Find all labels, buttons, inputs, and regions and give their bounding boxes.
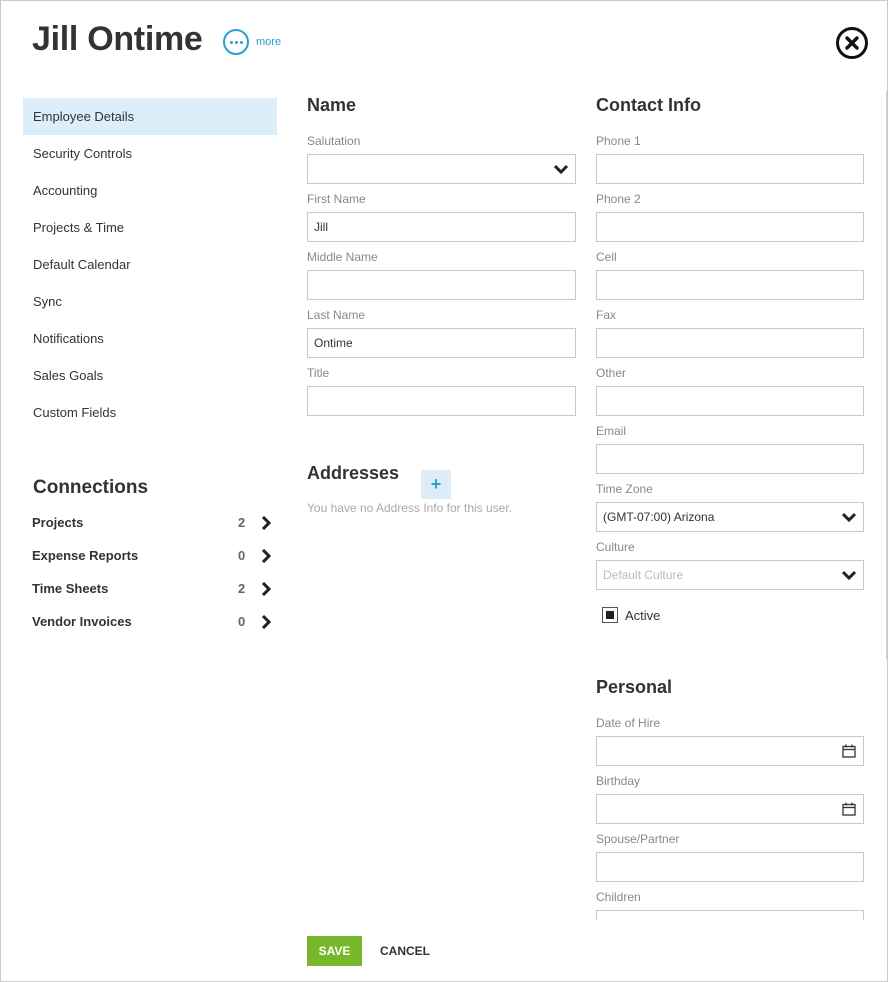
connections-heading: Connections [33, 477, 149, 498]
add-address-button[interactable]: + [421, 470, 451, 499]
chevron-down-icon [841, 567, 857, 583]
sidebar-nav: Employee Details Security Controls Accou… [23, 98, 277, 431]
chevron-right-icon [260, 581, 272, 597]
connection-count: 2 [238, 515, 246, 530]
phone1-field[interactable] [596, 154, 864, 184]
connection-vendor-invoices[interactable]: Vendor Invoices 0 [32, 605, 272, 638]
sidebar-item-accounting[interactable]: Accounting [23, 172, 277, 209]
first-name-field[interactable]: Jill [307, 212, 576, 242]
connection-projects[interactable]: Projects 2 [32, 506, 272, 539]
phone2-field[interactable] [596, 212, 864, 242]
salutation-label: Salutation [307, 134, 361, 148]
sidebar-item-sales-goals[interactable]: Sales Goals [23, 357, 277, 394]
date-of-hire-field[interactable] [596, 736, 864, 766]
addresses-heading: Addresses [307, 463, 400, 483]
chevron-down-icon [553, 161, 569, 177]
chevron-right-icon [260, 548, 272, 564]
sidebar-item-default-calendar[interactable]: Default Calendar [23, 246, 277, 283]
close-button[interactable] [836, 27, 868, 59]
close-icon [845, 36, 859, 50]
culture-select[interactable]: Default Culture [596, 560, 864, 590]
sidebar-item-employee-details[interactable]: Employee Details [23, 98, 277, 135]
spouse-field[interactable] [596, 852, 864, 882]
plus-icon: + [430, 474, 442, 494]
more-button[interactable]: more [223, 29, 281, 55]
connections-list: Projects 2 Expense Reports 0 Time Sheets… [32, 506, 272, 638]
contact-info-heading: Contact Info [596, 95, 701, 115]
connection-count: 0 [238, 548, 246, 563]
other-field[interactable] [596, 386, 864, 416]
connection-time-sheets[interactable]: Time Sheets 2 [32, 572, 272, 605]
no-address-message: You have no Address Info for this user. [307, 501, 513, 515]
last-name-value: Ontime [314, 336, 353, 350]
children-label: Children [596, 890, 641, 904]
birthday-label: Birthday [596, 774, 641, 788]
page-title: Jill Ontime [32, 20, 203, 58]
more-icon [223, 29, 249, 55]
connection-label: Time Sheets [32, 581, 109, 596]
sidebar-item-notifications[interactable]: Notifications [23, 320, 277, 357]
connection-label: Vendor Invoices [32, 614, 132, 629]
active-label: Active [625, 608, 661, 623]
title-label: Title [307, 366, 330, 380]
connection-label: Projects [32, 515, 84, 530]
chevron-right-icon [260, 614, 272, 630]
first-name-label: First Name [307, 192, 366, 206]
save-button[interactable]: SAVE [307, 936, 362, 966]
calendar-icon[interactable] [841, 743, 857, 759]
chevron-right-icon [260, 515, 272, 531]
last-name-field[interactable]: Ontime [307, 328, 576, 358]
date-of-hire-label: Date of Hire [596, 716, 661, 730]
cell-field[interactable] [596, 270, 864, 300]
middle-name-label: Middle Name [307, 250, 378, 264]
culture-placeholder: Default Culture [603, 568, 684, 582]
name-heading: Name [307, 95, 357, 115]
sidebar-item-security-controls[interactable]: Security Controls [23, 135, 277, 172]
spouse-label: Spouse/Partner [596, 832, 680, 846]
checkbox-checked-mark [606, 611, 614, 619]
connection-expense-reports[interactable]: Expense Reports 0 [32, 539, 272, 572]
connection-count: 2 [238, 581, 246, 596]
email-field[interactable] [596, 444, 864, 474]
personal-heading: Personal [596, 677, 673, 697]
culture-label: Culture [596, 540, 635, 554]
connection-label: Expense Reports [32, 548, 139, 563]
other-label: Other [596, 366, 627, 380]
children-field[interactable] [596, 910, 864, 920]
sidebar-item-sync[interactable]: Sync [23, 283, 277, 320]
active-checkbox[interactable] [602, 607, 618, 623]
fax-field[interactable] [596, 328, 864, 358]
birthday-field[interactable] [596, 794, 864, 824]
connection-count: 0 [238, 614, 246, 629]
timezone-value: (GMT-07:00) Arizona [603, 510, 715, 524]
employee-dialog: Jill Ontime more Employee Details Securi… [0, 0, 888, 982]
timezone-select[interactable]: (GMT-07:00) Arizona [596, 502, 864, 532]
email-label: Email [596, 424, 627, 438]
salutation-select[interactable] [307, 154, 576, 184]
middle-name-field[interactable] [307, 270, 576, 300]
first-name-value: Jill [314, 220, 328, 234]
sidebar-item-custom-fields[interactable]: Custom Fields [23, 394, 277, 431]
cell-label: Cell [596, 250, 617, 264]
chevron-down-icon [841, 509, 857, 525]
title-field[interactable] [307, 386, 576, 416]
more-label: more [256, 36, 282, 48]
calendar-icon[interactable] [841, 801, 857, 817]
last-name-label: Last Name [307, 308, 366, 322]
phone2-label: Phone 2 [596, 192, 641, 206]
sidebar-item-projects-time[interactable]: Projects & Time [23, 209, 277, 246]
cancel-button[interactable]: CANCEL [380, 936, 430, 966]
fax-label: Fax [596, 308, 617, 322]
phone1-label: Phone 1 [596, 134, 641, 148]
timezone-label: Time Zone [596, 482, 653, 496]
